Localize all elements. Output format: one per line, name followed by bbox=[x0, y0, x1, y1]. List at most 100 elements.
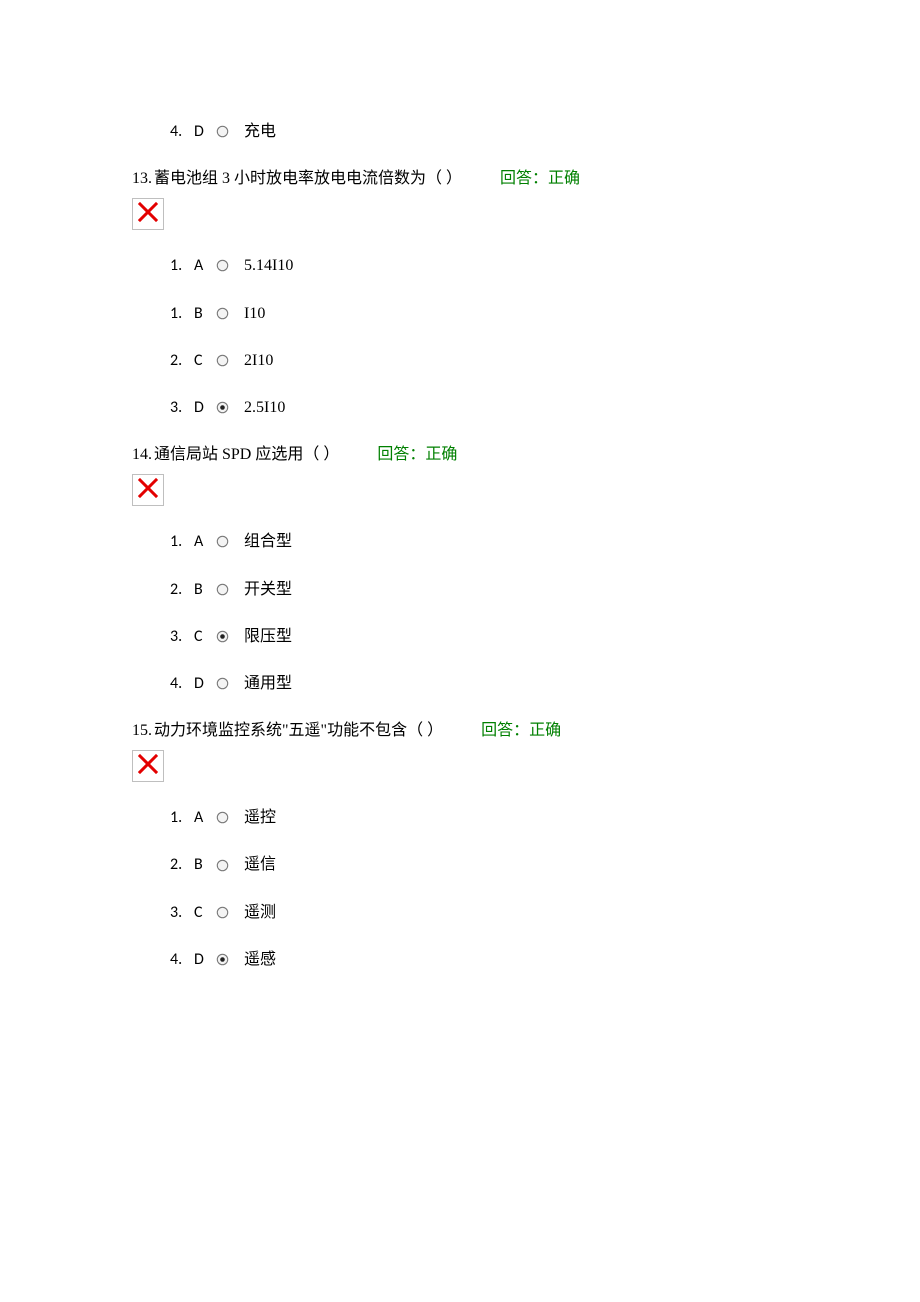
option-number: 1. bbox=[170, 808, 194, 827]
radio-button[interactable] bbox=[216, 859, 240, 872]
radio-off-icon bbox=[216, 906, 229, 919]
feedback-value: 正确 bbox=[529, 721, 561, 740]
question-number: 14. bbox=[132, 445, 152, 464]
question-block-15: 15. 动力环境监控系统"五遥"功能不包含（ ） 回答： 正确 1. A 遥控 … bbox=[132, 721, 860, 969]
option-text: 组合型 bbox=[244, 532, 292, 551]
question-row: 13. 蓄电池组 3 小时放电率放电电流倍数为（ ） 回答： 正确 bbox=[132, 169, 860, 188]
option-number: 1. bbox=[170, 532, 194, 551]
radio-off-icon bbox=[216, 811, 229, 824]
option-row: 2. B 开关型 bbox=[170, 580, 860, 599]
option-number: 2. bbox=[170, 855, 194, 874]
radio-off-icon bbox=[216, 259, 229, 272]
option-number: 3. bbox=[170, 903, 194, 922]
radio-on-icon bbox=[216, 953, 229, 966]
question-text: 通信局站 SPD 应选用（ ） bbox=[154, 445, 339, 464]
option-letter: C bbox=[194, 903, 216, 922]
option-number: 3. bbox=[170, 398, 194, 417]
question-number: 13. bbox=[132, 169, 152, 188]
radio-off-icon bbox=[216, 307, 229, 320]
option-row: 1. A 组合型 bbox=[170, 532, 860, 551]
option-row: 4. D 遥感 bbox=[170, 950, 860, 969]
option-text: 2.5I10 bbox=[244, 398, 285, 417]
radio-button[interactable] bbox=[216, 401, 240, 414]
radio-off-icon bbox=[216, 677, 229, 690]
radio-button[interactable] bbox=[216, 630, 240, 643]
option-letter: D bbox=[194, 674, 216, 693]
option-letter: B bbox=[194, 580, 216, 599]
radio-off-icon bbox=[216, 535, 229, 548]
radio-off-icon bbox=[216, 583, 229, 596]
radio-button[interactable] bbox=[216, 259, 240, 272]
option-row: 4. D 充电 bbox=[170, 122, 860, 141]
delete-button[interactable] bbox=[132, 198, 164, 230]
radio-button[interactable] bbox=[216, 125, 240, 138]
option-number: 2. bbox=[170, 580, 194, 599]
option-text: I10 bbox=[244, 304, 265, 323]
radio-button[interactable] bbox=[216, 583, 240, 596]
feedback-label: 回答： bbox=[500, 169, 548, 188]
question-block-14: 14. 通信局站 SPD 应选用（ ） 回答： 正确 1. A 组合型 2. B bbox=[132, 445, 860, 693]
question-row: 15. 动力环境监控系统"五遥"功能不包含（ ） 回答： 正确 bbox=[132, 721, 860, 740]
feedback-label: 回答： bbox=[377, 445, 425, 464]
option-row: 3. C 遥测 bbox=[170, 903, 860, 922]
option-text: 通用型 bbox=[244, 674, 292, 693]
option-row: 4. D 通用型 bbox=[170, 674, 860, 693]
option-text: 5.14I10 bbox=[244, 256, 293, 275]
option-number: 3. bbox=[170, 627, 194, 646]
question-text: 蓄电池组 3 小时放电率放电电流倍数为（ ） bbox=[154, 169, 462, 188]
feedback-value: 正确 bbox=[425, 445, 457, 464]
delete-button[interactable] bbox=[132, 750, 164, 782]
option-text: 遥测 bbox=[244, 903, 276, 922]
option-letter: A bbox=[194, 532, 216, 551]
radio-off-icon bbox=[216, 125, 229, 138]
option-text: 充电 bbox=[244, 122, 276, 141]
radio-off-icon bbox=[216, 354, 229, 367]
radio-on-icon bbox=[216, 630, 229, 643]
page-content: 4. D 充电 13. 蓄电池组 3 小时放电率放电电流倍数为（ ） 回答： 正… bbox=[0, 0, 920, 969]
option-letter: B bbox=[194, 855, 216, 874]
option-row: 3. D 2.5I10 bbox=[170, 398, 860, 417]
radio-off-icon bbox=[216, 859, 229, 872]
option-row: 1. A 5.14I10 bbox=[170, 256, 860, 275]
radio-button[interactable] bbox=[216, 307, 240, 320]
option-letter: B bbox=[194, 304, 216, 323]
option-letter: D bbox=[194, 398, 216, 417]
option-text: 限压型 bbox=[244, 627, 292, 646]
option-letter: D bbox=[194, 122, 216, 141]
option-number: 4. bbox=[170, 122, 194, 141]
close-icon bbox=[138, 202, 158, 227]
close-icon bbox=[138, 478, 158, 503]
option-number: 2. bbox=[170, 351, 194, 370]
feedback-value: 正确 bbox=[548, 169, 580, 188]
close-icon bbox=[138, 754, 158, 779]
option-row: 1. B I10 bbox=[170, 304, 860, 323]
option-letter: C bbox=[194, 351, 216, 370]
option-letter: A bbox=[194, 808, 216, 827]
option-letter: D bbox=[194, 950, 216, 969]
radio-button[interactable] bbox=[216, 677, 240, 690]
option-number: 4. bbox=[170, 950, 194, 969]
radio-on-icon bbox=[216, 401, 229, 414]
radio-button[interactable] bbox=[216, 354, 240, 367]
radio-button[interactable] bbox=[216, 906, 240, 919]
question-text: 动力环境监控系统"五遥"功能不包含（ ） bbox=[154, 721, 443, 740]
radio-button[interactable] bbox=[216, 811, 240, 824]
option-text: 开关型 bbox=[244, 580, 292, 599]
option-letter: A bbox=[194, 256, 216, 275]
delete-button[interactable] bbox=[132, 474, 164, 506]
option-row: 3. C 限压型 bbox=[170, 627, 860, 646]
option-row: 2. C 2I10 bbox=[170, 351, 860, 370]
option-number: 1. bbox=[170, 256, 194, 275]
option-text: 遥控 bbox=[244, 808, 276, 827]
radio-button[interactable] bbox=[216, 953, 240, 966]
option-text: 2I10 bbox=[244, 351, 273, 370]
option-letter: C bbox=[194, 627, 216, 646]
option-number: 4. bbox=[170, 674, 194, 693]
option-row: 2. B 遥信 bbox=[170, 855, 860, 874]
option-text: 遥感 bbox=[244, 950, 276, 969]
radio-button[interactable] bbox=[216, 535, 240, 548]
feedback-label: 回答： bbox=[481, 721, 529, 740]
question-block-13: 13. 蓄电池组 3 小时放电率放电电流倍数为（ ） 回答： 正确 1. A 5… bbox=[132, 169, 860, 417]
option-number: 1. bbox=[170, 304, 194, 323]
question-number: 15. bbox=[132, 721, 152, 740]
